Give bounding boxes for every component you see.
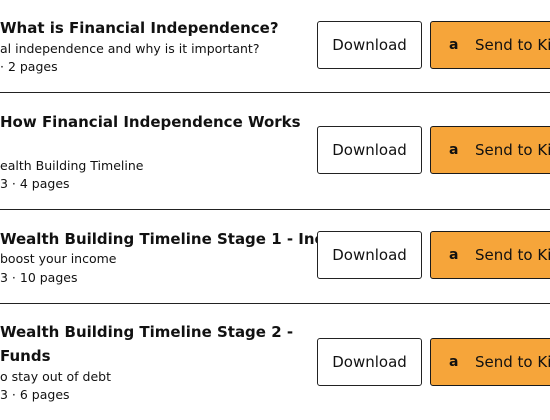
amazon-icon: a: [449, 247, 459, 263]
list-item: Wealth Building Timeline Stage 1 - Incom…: [0, 210, 550, 303]
chapter-meta: 3 · 4 pages: [0, 176, 70, 191]
amazon-icon: a: [449, 142, 459, 158]
download-button[interactable]: Download: [317, 231, 422, 279]
send-to-kindle-button[interactable]: a Send to Ki: [430, 338, 550, 386]
amazon-icon: a: [449, 37, 459, 53]
list-item: How Financial Independence Works ealth B…: [0, 93, 550, 209]
list-item: Wealth Building Timeline Stage 2 - Funds…: [0, 304, 550, 420]
send-to-kindle-button[interactable]: a Send to Ki: [430, 126, 550, 174]
chapter-description: al independence and why is it important?: [0, 41, 260, 56]
amazon-icon: a: [449, 354, 459, 370]
chapter-meta: · 2 pages: [0, 59, 58, 74]
send-to-kindle-button[interactable]: a Send to Ki: [430, 231, 550, 279]
chapter-title-line1: Wealth Building Timeline Stage 2 -: [0, 323, 294, 341]
send-to-kindle-label: Send to Ki: [475, 36, 550, 54]
chapter-title: What is Financial Independence?: [0, 19, 279, 37]
download-button[interactable]: Download: [317, 338, 422, 386]
chapter-title: How Financial Independence Works: [0, 113, 301, 131]
chapter-description: ealth Building Timeline: [0, 158, 144, 173]
chapter-description: o stay out of debt: [0, 369, 111, 384]
send-to-kindle-button[interactable]: a Send to Ki: [430, 21, 550, 69]
list-item: What is Financial Independence? al indep…: [0, 0, 550, 92]
chapter-title: Wealth Building Timeline Stage 1 - Incom…: [0, 230, 360, 248]
chapter-meta: 3 · 6 pages: [0, 387, 70, 402]
send-to-kindle-label: Send to Ki: [475, 353, 550, 371]
chapter-meta: 3 · 10 pages: [0, 270, 78, 285]
chapter-title-line2: Funds: [0, 347, 51, 365]
chapter-description: boost your income: [0, 251, 117, 266]
download-button[interactable]: Download: [317, 126, 422, 174]
download-button[interactable]: Download: [317, 21, 422, 69]
send-to-kindle-label: Send to Ki: [475, 141, 550, 159]
chapter-list: What is Financial Independence? al indep…: [0, 0, 550, 420]
send-to-kindle-label: Send to Ki: [475, 246, 550, 264]
